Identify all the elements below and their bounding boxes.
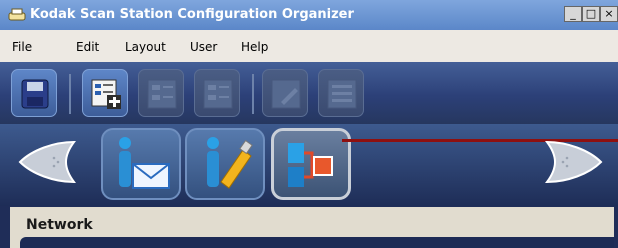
user-usb-icon — [207, 137, 253, 189]
add-config-icon — [91, 79, 121, 109]
tab-user-email[interactable] — [101, 128, 181, 200]
menu-layout[interactable]: Layout — [125, 40, 166, 54]
scanner-app-icon — [8, 8, 26, 21]
toolbar-separator — [69, 74, 71, 114]
menu-file[interactable]: File — [12, 40, 32, 54]
menu-edit[interactable]: Edit — [76, 40, 99, 54]
list-icon — [327, 79, 357, 109]
network-icon — [288, 143, 333, 187]
menu-user[interactable]: User — [190, 40, 217, 54]
arrow-left-icon[interactable] — [14, 136, 82, 188]
arrow-right-icon[interactable] — [539, 136, 607, 188]
toolbar-separator — [252, 74, 254, 114]
add-configuration-button[interactable] — [82, 69, 128, 117]
user-email-icon — [119, 137, 170, 189]
window-title: Kodak Scan Station Configuration Organiz… — [30, 7, 354, 22]
config-icon — [147, 79, 177, 109]
edit-button[interactable] — [262, 69, 308, 117]
maximize-button[interactable]: □ — [582, 6, 600, 22]
list-button[interactable] — [318, 69, 364, 117]
configuration-button-2[interactable] — [194, 69, 240, 117]
panel-content — [20, 237, 614, 248]
tab-user-usb[interactable] — [185, 128, 265, 200]
save-button[interactable] — [11, 69, 57, 117]
menu-bar: File Edit Layout User Help — [0, 30, 618, 62]
tab-network[interactable] — [271, 128, 351, 200]
minimize-button[interactable]: _ — [564, 6, 582, 22]
config-icon — [203, 79, 233, 109]
panel-title: Network — [26, 217, 93, 233]
menu-help[interactable]: Help — [241, 40, 268, 54]
close-button[interactable]: × — [600, 6, 618, 22]
save-icon — [21, 79, 49, 109]
edit-icon — [271, 79, 301, 109]
title-bar: Kodak Scan Station Configuration Organiz… — [0, 0, 618, 30]
configuration-button[interactable] — [138, 69, 184, 117]
